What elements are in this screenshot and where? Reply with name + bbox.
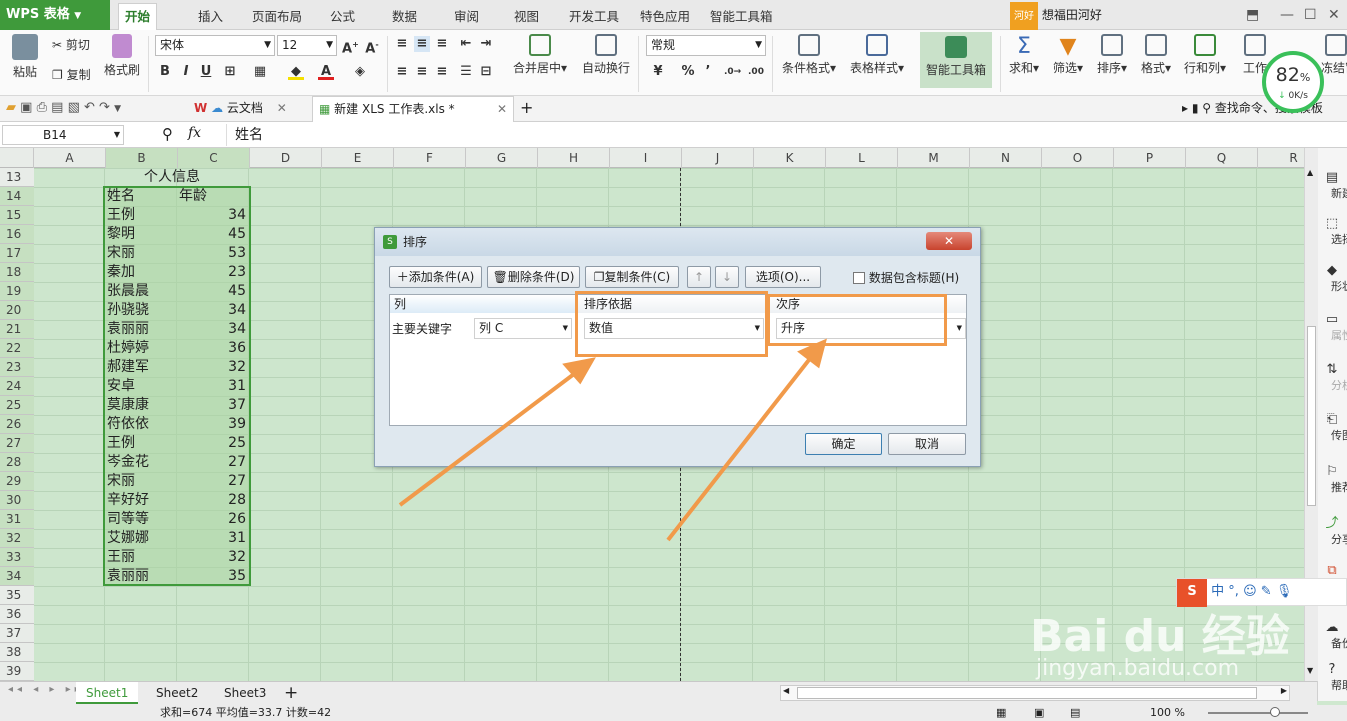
sidebar-item-1[interactable]: ⬚ 选择 bbox=[1317, 216, 1347, 247]
help-icon: ? bbox=[1328, 662, 1336, 677]
scroll-thumb[interactable] bbox=[1307, 326, 1316, 506]
sidebar-item-7[interactable]: ⤴ 分享 bbox=[1317, 512, 1347, 547]
sidebar-label: 分析 bbox=[1331, 379, 1347, 392]
sidebar-item-6[interactable]: ⚐ 推荐 bbox=[1317, 464, 1347, 495]
sidebar-label: 帮助 bbox=[1331, 679, 1347, 692]
ime-chinese-icon: 中 bbox=[1211, 584, 1225, 599]
scroll-thumb-h[interactable] bbox=[797, 687, 1257, 699]
zoom-slider-thumb[interactable] bbox=[1270, 707, 1280, 717]
ime-mic-icon: 🎙 bbox=[1275, 584, 1293, 599]
scroll-right-icon[interactable]: ▶ bbox=[1281, 686, 1287, 695]
sidebar-label: 形状 bbox=[1331, 280, 1347, 293]
new-icon: ▤ bbox=[1325, 170, 1339, 185]
arrow-down-icon: ↓ bbox=[1278, 91, 1286, 101]
scrollbar-horizontal[interactable]: ◀ ▶ bbox=[780, 685, 1290, 701]
sheet-tab[interactable]: Sheet1 bbox=[76, 682, 139, 704]
zoom-level: 100 % bbox=[1150, 706, 1185, 719]
arrowhead-order bbox=[797, 338, 827, 369]
speed-unit: % bbox=[1299, 71, 1311, 84]
properties-icon: ▭ bbox=[1325, 312, 1339, 327]
recommend-icon: ⚐ bbox=[1326, 464, 1338, 479]
select-icon: ⬚ bbox=[1325, 216, 1339, 231]
analysis-icon: ⇅ bbox=[1326, 362, 1338, 377]
sidebar-label: 选择 bbox=[1331, 233, 1347, 246]
watermark-logo: Bai du 经验 bbox=[1030, 611, 1290, 662]
sidebar-item-2[interactable]: ◆ 形状 bbox=[1317, 263, 1347, 294]
view-normal-icon[interactable]: ▦ bbox=[996, 705, 1006, 721]
sidebar-label: 备份 bbox=[1331, 637, 1347, 650]
watermark-url: jingyan.baidu.com bbox=[1036, 656, 1240, 681]
sidebar-item-4[interactable]: ⇅ 分析 bbox=[1317, 362, 1347, 393]
sidebar-label: 分享 bbox=[1331, 533, 1347, 546]
shape-icon: ◆ bbox=[1327, 263, 1337, 278]
add-sheet-button[interactable]: + bbox=[284, 682, 298, 704]
ime-pen-icon: ✎ bbox=[1260, 584, 1272, 599]
speed-percent: 82 bbox=[1275, 64, 1300, 86]
sidebar-item-5[interactable]: ⎗ 传图 bbox=[1317, 412, 1347, 443]
scroll-left-icon[interactable]: ◀ bbox=[783, 686, 789, 695]
ime-punct-icon: °, bbox=[1228, 584, 1239, 599]
arrow-to-order bbox=[666, 354, 814, 542]
sidebar-label: 传图 bbox=[1331, 429, 1347, 442]
sidebar-item-0[interactable]: ▤ 新建 bbox=[1317, 170, 1347, 201]
sidebar-item-10[interactable]: ? 帮助 bbox=[1317, 662, 1347, 693]
sheet-nav[interactable]: ◂◂ ◂ ▸ ▸▸ bbox=[8, 684, 84, 695]
ime-emoji-icon: ☺ bbox=[1243, 584, 1257, 599]
scroll-up-icon[interactable]: ▲ bbox=[1307, 168, 1313, 177]
status-summary: 求和=674 平均值=33.7 计数=42 bbox=[160, 706, 332, 719]
status-bar: 求和=674 平均值=33.7 计数=42 ▦ ▣ ▤ 100 % bbox=[0, 705, 1347, 721]
zoom-slider[interactable] bbox=[1208, 712, 1308, 714]
arrow-to-basis bbox=[398, 369, 580, 507]
sidebar-item-9[interactable]: ☁ 备份 bbox=[1317, 620, 1347, 651]
speed-gauge[interactable]: 82% ↓ 0K/s bbox=[1262, 51, 1324, 113]
share-icon: ⤴ bbox=[1325, 516, 1339, 531]
tools-icon: ⧉ bbox=[1327, 563, 1337, 578]
sidebar-item-3[interactable]: ▭ 属性 bbox=[1317, 312, 1347, 343]
scroll-down-icon[interactable]: ▼ bbox=[1307, 666, 1313, 675]
sidebar-label: 新建 bbox=[1331, 187, 1347, 200]
view-break-icon[interactable]: ▤ bbox=[1070, 705, 1080, 721]
sheet-tab[interactable]: Sheet3 bbox=[214, 682, 276, 704]
sidebar-label: 推荐 bbox=[1331, 481, 1347, 494]
view-page-icon[interactable]: ▣ bbox=[1034, 705, 1044, 721]
upload-image-icon: ⎗ bbox=[1326, 412, 1338, 427]
speed-rate: 0K/s bbox=[1288, 91, 1308, 101]
sheet-tab[interactable]: Sheet2 bbox=[146, 682, 208, 704]
sidebar-label: 属性 bbox=[1331, 329, 1347, 342]
backup-icon: ☁ bbox=[1325, 620, 1339, 635]
sheet-tab-bar: ◂◂ ◂ ▸ ▸▸ Sheet1 Sheet2 Sheet3 + ◀ ▶ bbox=[0, 681, 1317, 705]
